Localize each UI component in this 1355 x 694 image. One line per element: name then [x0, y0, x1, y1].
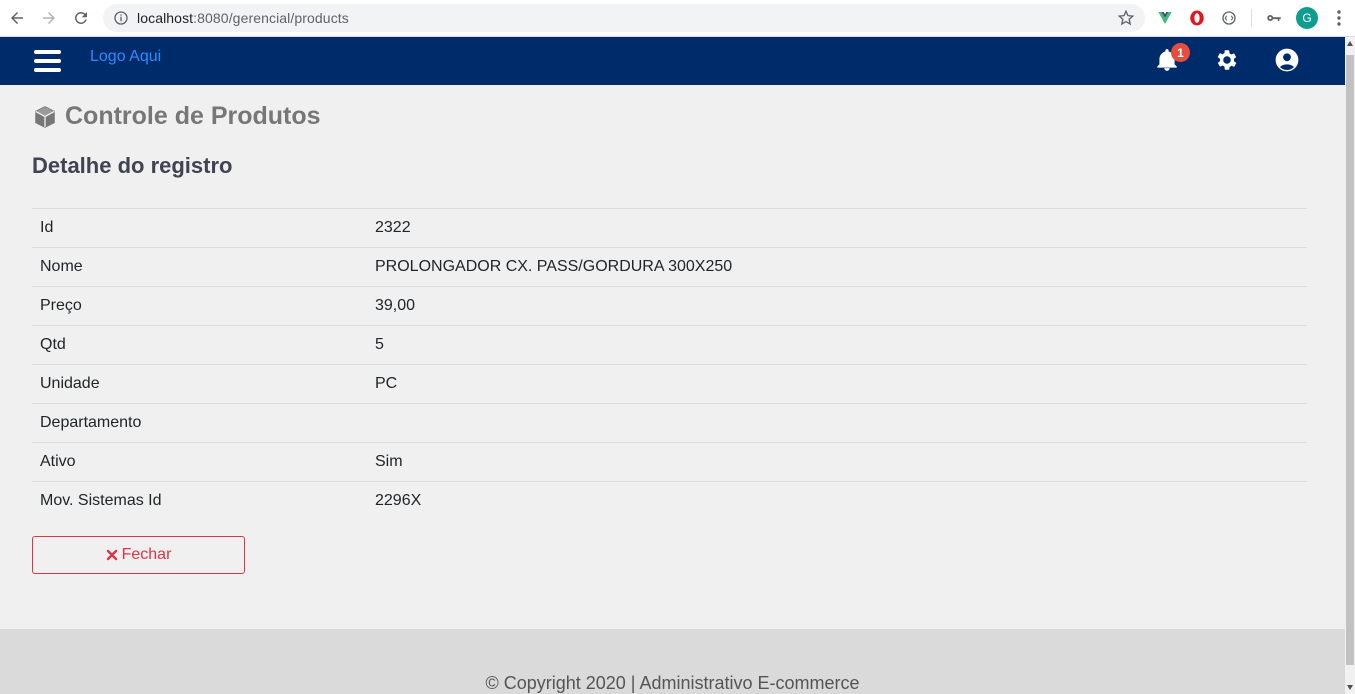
- app-navbar: Logo Aqui 1: [0, 37, 1345, 85]
- scroll-down-arrow-icon[interactable]: [1347, 685, 1353, 690]
- field-value: 2322: [375, 219, 411, 236]
- bookmark-star-icon[interactable]: [1117, 9, 1135, 27]
- page-footer: © Copyright 2020 | Administrativo E-comm…: [0, 629, 1345, 694]
- vue-devtools-extension-icon[interactable]: [1155, 8, 1175, 28]
- field-label: Ativo: [40, 453, 76, 470]
- hamburger-bar: [34, 68, 61, 72]
- table-row: Ativo Sim: [32, 442, 1307, 482]
- address-bar[interactable]: localhost:8080/gerencial/products: [103, 4, 1145, 32]
- field-label: Qtd: [40, 336, 66, 353]
- field-value: Sim: [375, 453, 403, 470]
- back-button[interactable]: [6, 7, 28, 29]
- url-text: localhost:8080/gerencial/products: [137, 10, 349, 26]
- field-value: [375, 404, 1307, 443]
- notification-badge: 1: [1171, 43, 1190, 62]
- field-label: Mov. Sistemas Id: [40, 492, 162, 510]
- user-circle-icon[interactable]: [1274, 47, 1300, 73]
- page-title: Controle de Produtos: [32, 102, 321, 131]
- table-row: Preço 39,00: [32, 286, 1307, 326]
- opera-extension-icon[interactable]: [1187, 8, 1207, 28]
- field-label: Preço: [40, 297, 82, 314]
- menu-toggle-button[interactable]: [34, 50, 62, 74]
- reload-icon: [74, 11, 87, 24]
- toolbar-separator: [1251, 9, 1252, 27]
- section-title: Detalhe do registro: [32, 153, 233, 178]
- page-heading: Controle de Produtos: [65, 102, 321, 130]
- hamburger-bar: [34, 50, 61, 54]
- copyright-text: © Copyright 2020 | Administrativo E-comm…: [485, 673, 860, 693]
- detail-table: Id 2322 Nome PROLONGADOR CX. PASS/GORDURA …: [32, 208, 1307, 521]
- hamburger-bar: [34, 59, 61, 63]
- arrow-left-icon: [11, 12, 23, 24]
- profile-avatar[interactable]: G: [1296, 7, 1318, 29]
- scrollbar-thumb[interactable]: [1346, 55, 1354, 665]
- more-vert-icon[interactable]: [1332, 9, 1346, 27]
- field-value: PROLONGADOR CX. PASS/GORDURA 300X250: [375, 258, 733, 275]
- info-icon: [114, 11, 128, 25]
- table-row: Id 2322: [32, 208, 1307, 248]
- forward-button[interactable]: [38, 7, 60, 29]
- browser-toolbar: localhost:8080/gerencial/products G: [0, 0, 1355, 37]
- key-icon[interactable]: [1264, 8, 1284, 28]
- scroll-up-arrow-icon[interactable]: [1347, 41, 1353, 46]
- field-label: Id: [40, 219, 54, 236]
- logo-link[interactable]: Logo Aqui: [90, 48, 161, 66]
- field-value: 39,00: [375, 297, 416, 314]
- table-row: Mov. Sistemas Id 2296X: [32, 481, 1307, 521]
- table-row: Nome PROLONGADOR CX. PASS/GORDURA 300X250: [32, 247, 1307, 287]
- table-row: Qtd 5: [32, 325, 1307, 365]
- field-label: Unidade: [40, 375, 100, 392]
- field-value: 2296X: [375, 492, 422, 510]
- field-value: PC: [375, 375, 398, 392]
- times-icon: [106, 549, 117, 561]
- gear-icon[interactable]: [1214, 47, 1240, 73]
- arrow-right-icon: [43, 12, 55, 24]
- field-label: Nome: [40, 258, 83, 275]
- cube-icon: [35, 105, 55, 128]
- table-row: Unidade PC: [32, 364, 1307, 404]
- close-button-label: Fechar: [121, 546, 172, 563]
- page-scrollbar[interactable]: [1345, 37, 1355, 694]
- extension-circle-icon[interactable]: [1219, 8, 1239, 28]
- close-button[interactable]: Fechar: [32, 536, 245, 574]
- table-row: Departamento: [32, 403, 1307, 443]
- field-label: Departamento: [40, 414, 142, 431]
- reload-button[interactable]: [70, 7, 92, 29]
- field-value: 5: [375, 336, 384, 353]
